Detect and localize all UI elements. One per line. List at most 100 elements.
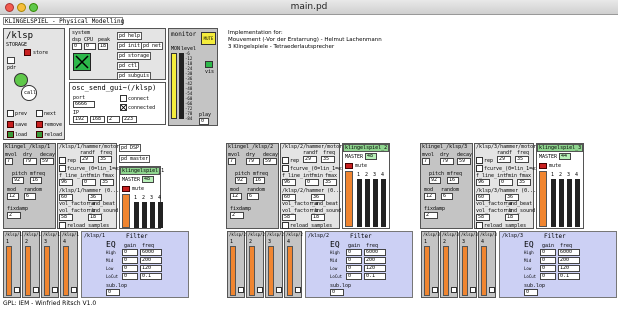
sp-volume-slider[interactable] <box>287 246 293 296</box>
fmin-value[interactable]: 0 <box>305 179 319 186</box>
sp-mute-toggle[interactable] <box>432 287 438 293</box>
random-value[interactable]: 6 <box>24 193 36 200</box>
fcurve-toggle[interactable] <box>59 165 66 172</box>
prev-button[interactable] <box>7 110 14 117</box>
play-value[interactable]: 0 <box>199 118 209 125</box>
fixdamp-value[interactable]: 2 <box>424 212 438 219</box>
sp-mute-toggle[interactable] <box>33 287 39 293</box>
pd-subguis-button[interactable]: pd subguis <box>117 72 152 80</box>
eq-gain-value[interactable]: 0 <box>540 265 556 272</box>
pd-storage-button[interactable]: pd storage <box>117 52 152 60</box>
sp-volume-slider[interactable] <box>462 246 468 296</box>
vol-factor-b-value[interactable]: 58 <box>282 214 296 221</box>
eq-freq-value[interactable]: 200 <box>140 257 162 264</box>
eq-freq-value[interactable]: 6000 <box>140 249 162 256</box>
eq-gain-value[interactable]: 0 <box>346 257 362 264</box>
master-value[interactable]: 44 <box>559 153 571 160</box>
vol-factor-b-value[interactable]: 58 <box>59 214 73 221</box>
master-value[interactable]: 48 <box>365 153 377 160</box>
master-volume-slider[interactable] <box>539 171 547 227</box>
eq-gain-value[interactable]: 0 <box>122 273 138 280</box>
eq-freq-value[interactable]: 6000 <box>364 249 386 256</box>
sp-volume-slider[interactable] <box>230 246 236 296</box>
sp-mute-toggle[interactable] <box>489 287 495 293</box>
freq-value[interactable]: 35 <box>98 156 112 163</box>
eq-freq-value[interactable]: 0.1 <box>364 273 386 280</box>
sp-volume-slider[interactable] <box>424 246 430 296</box>
pd-net-button[interactable]: pd net <box>141 42 164 50</box>
load-button[interactable] <box>7 131 14 138</box>
monitor-volume-slider[interactable] <box>171 53 177 119</box>
sp-mute-toggle[interactable] <box>470 287 476 293</box>
sp-volume-slider[interactable] <box>25 246 31 296</box>
rand-beat-value[interactable]: 36 <box>88 194 102 201</box>
eq-gain-value[interactable]: 0 <box>540 257 556 264</box>
eq-freq-value[interactable]: 120 <box>558 265 580 272</box>
pd-help-button[interactable]: pd help <box>117 32 143 40</box>
decay-value[interactable]: 59 <box>40 158 54 165</box>
sp-mute-toggle[interactable] <box>238 287 244 293</box>
reload-button[interactable] <box>36 131 43 138</box>
store-button[interactable] <box>24 49 31 56</box>
mfreq-value[interactable]: 16 <box>253 177 265 184</box>
sp-mute-toggle[interactable] <box>14 287 20 293</box>
mvol-value[interactable]: 7 <box>228 158 236 165</box>
vol-factor-b-value[interactable]: 58 <box>476 214 490 221</box>
master-volume-slider[interactable] <box>345 171 353 227</box>
pitch-value[interactable]: 92 <box>429 177 441 184</box>
reload-samples-toggle[interactable] <box>59 222 66 229</box>
fmax-value[interactable]: 35 <box>323 179 337 186</box>
sp-mute-toggle[interactable] <box>52 287 58 293</box>
fmin-value[interactable]: 0 <box>82 179 96 186</box>
sp-volume-slider[interactable] <box>481 246 487 296</box>
sp-volume-slider[interactable] <box>443 246 449 296</box>
eq-gain-value[interactable]: 0 <box>540 273 556 280</box>
random-value[interactable]: 6 <box>441 193 453 200</box>
fmin-value[interactable]: 0 <box>499 179 513 186</box>
randf-value[interactable]: 29 <box>303 156 317 163</box>
eq-gain-value[interactable]: 0 <box>346 249 362 256</box>
dry-value[interactable]: 79 <box>440 158 454 165</box>
master-volume-slider[interactable] <box>122 194 130 228</box>
fixdamp-value[interactable]: 2 <box>7 212 21 219</box>
sp-mute-toggle[interactable] <box>295 287 301 293</box>
vol-factor-a-value[interactable]: 60 <box>59 194 73 201</box>
dsp-value[interactable]: 0 <box>72 43 82 50</box>
fline-value[interactable]: 96 <box>282 179 296 186</box>
rep-toggle[interactable] <box>59 157 66 164</box>
pitch-value[interactable]: 92 <box>235 177 247 184</box>
vol-factor-a-value[interactable]: 60 <box>476 194 490 201</box>
fmax-value[interactable]: 35 <box>100 179 114 186</box>
fcurve-toggle[interactable] <box>476 165 483 172</box>
fline-value[interactable]: 96 <box>476 179 490 186</box>
reload-samples-toggle[interactable] <box>476 222 483 229</box>
freq-value[interactable]: 35 <box>515 156 529 163</box>
sub-lop-value[interactable]: 0 <box>330 289 344 296</box>
vol-factor-a-value[interactable]: 60 <box>282 194 296 201</box>
ip-octet-2[interactable]: 168 <box>90 116 105 123</box>
sp-mute-toggle[interactable] <box>276 287 282 293</box>
mod-value[interactable]: 12 <box>424 193 436 200</box>
sp-mute-toggle[interactable] <box>257 287 263 293</box>
freq-value[interactable]: 35 <box>321 156 335 163</box>
eq-gain-value[interactable]: 0 <box>346 265 362 272</box>
rand-sound-value[interactable]: 18 <box>88 214 102 221</box>
sub-lop-value[interactable]: 0 <box>106 289 120 296</box>
mvol-value[interactable]: 7 <box>5 158 13 165</box>
fixdamp-value[interactable]: 2 <box>230 212 244 219</box>
dry-value[interactable]: 79 <box>246 158 260 165</box>
mute-toggle[interactable] <box>345 163 353 169</box>
sp-volume-slider[interactable] <box>6 246 12 296</box>
reload-samples-toggle[interactable] <box>282 222 289 229</box>
dry-value[interactable]: 79 <box>23 158 37 165</box>
eq-gain-value[interactable]: 0 <box>122 249 138 256</box>
rand-sound-value[interactable]: 18 <box>311 214 325 221</box>
eq-freq-value[interactable]: 0.1 <box>558 273 580 280</box>
eq-gain-value[interactable]: 0 <box>122 257 138 264</box>
random-value[interactable]: 6 <box>247 193 259 200</box>
decay-value[interactable]: 59 <box>263 158 277 165</box>
sub-lop-value[interactable]: 0 <box>524 289 538 296</box>
pd-dsp-button[interactable]: pd DSP <box>119 144 142 152</box>
eq-freq-value[interactable]: 6000 <box>558 249 580 256</box>
master-value[interactable]: 48 <box>142 176 154 183</box>
